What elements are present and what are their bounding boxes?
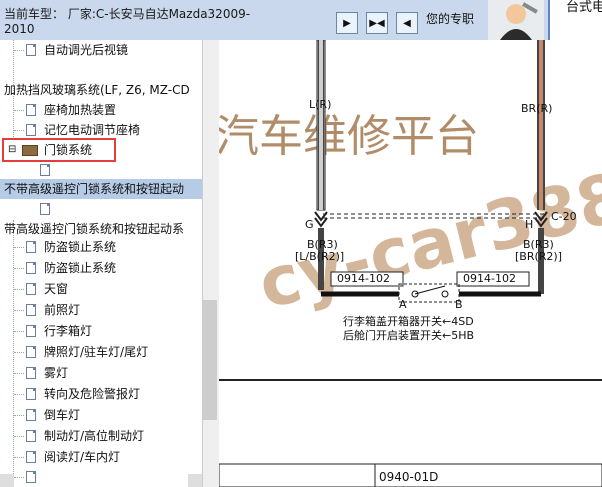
- connector-label-left: 0914-102: [337, 272, 390, 285]
- document-icon: [26, 346, 36, 358]
- document-icon: [26, 325, 36, 337]
- document-icon: [26, 304, 36, 316]
- pin-h-label: H: [525, 218, 534, 231]
- pro-label: 您的专职: [426, 12, 475, 26]
- document-icon: [26, 262, 36, 274]
- connector-label-right: 0914-102: [463, 272, 516, 285]
- wire-label-lb-r2: [L/B(R2)]: [295, 250, 345, 263]
- connector-c20-label: C-20: [551, 210, 577, 223]
- scroll-left-button[interactable]: [0, 474, 14, 487]
- mechanic-icon: [500, 2, 538, 40]
- switch-desc-2: 后舱门开启装置开关←5HB: [343, 329, 475, 342]
- top-bar: 当前车型： 厂家:C-长安马自达Mazda32009-2010 ▶ ▶◀ ◀ 您…: [0, 0, 602, 40]
- back-icon: ◀: [403, 17, 411, 29]
- document-icon: [26, 104, 36, 116]
- bottom-code: 0940-01D: [379, 470, 439, 484]
- document-icon: [26, 451, 36, 463]
- document-icon: [40, 164, 50, 176]
- document-icon: [26, 367, 36, 379]
- highlight-box: [2, 138, 116, 162]
- scrollbar-thumb[interactable]: [203, 300, 217, 420]
- document-icon: [40, 203, 50, 215]
- tree-line: [13, 220, 14, 480]
- current-vehicle-label: 当前车型： 厂家:C-长安马自达Mazda32009-2010: [4, 7, 251, 36]
- document-icon: [26, 44, 36, 56]
- pin-g-label: G: [305, 218, 314, 231]
- tree-panel: 自动调光后视镜 加热挡风玻璃系统(LF, Z6, MZ-CD 座椅加热装置 记忆…: [0, 40, 202, 487]
- mechanic-logo: [488, 0, 544, 40]
- terminal-b-label: B: [455, 298, 463, 311]
- wire-label-br-r2: [BR(R2)]: [515, 250, 562, 263]
- document-icon: [26, 283, 36, 295]
- prev-page-button[interactable]: ◀: [396, 12, 418, 34]
- fit-icon: ▶◀: [369, 17, 385, 29]
- fit-page-button[interactable]: ▶◀: [366, 12, 388, 34]
- brand-text: 台式电: [566, 0, 602, 15]
- document-icon: [26, 471, 36, 483]
- wire-label-right: BR(R): [521, 102, 553, 115]
- wire-label-left: L(R): [309, 98, 332, 111]
- terminal-a-label: A: [399, 298, 407, 311]
- wiring-diagram: 汽车维修平台 cy-car388 L(R) BR(R) G H C-20 B(R…: [219, 40, 602, 487]
- document-icon: [26, 409, 36, 421]
- document-icon: [26, 388, 36, 400]
- document-icon: [26, 124, 36, 136]
- document-icon: [26, 241, 36, 253]
- play-icon: ▶: [343, 17, 351, 29]
- scroll-right-button[interactable]: [188, 474, 202, 487]
- next-page-button[interactable]: ▶: [336, 12, 358, 34]
- document-icon: [26, 430, 36, 442]
